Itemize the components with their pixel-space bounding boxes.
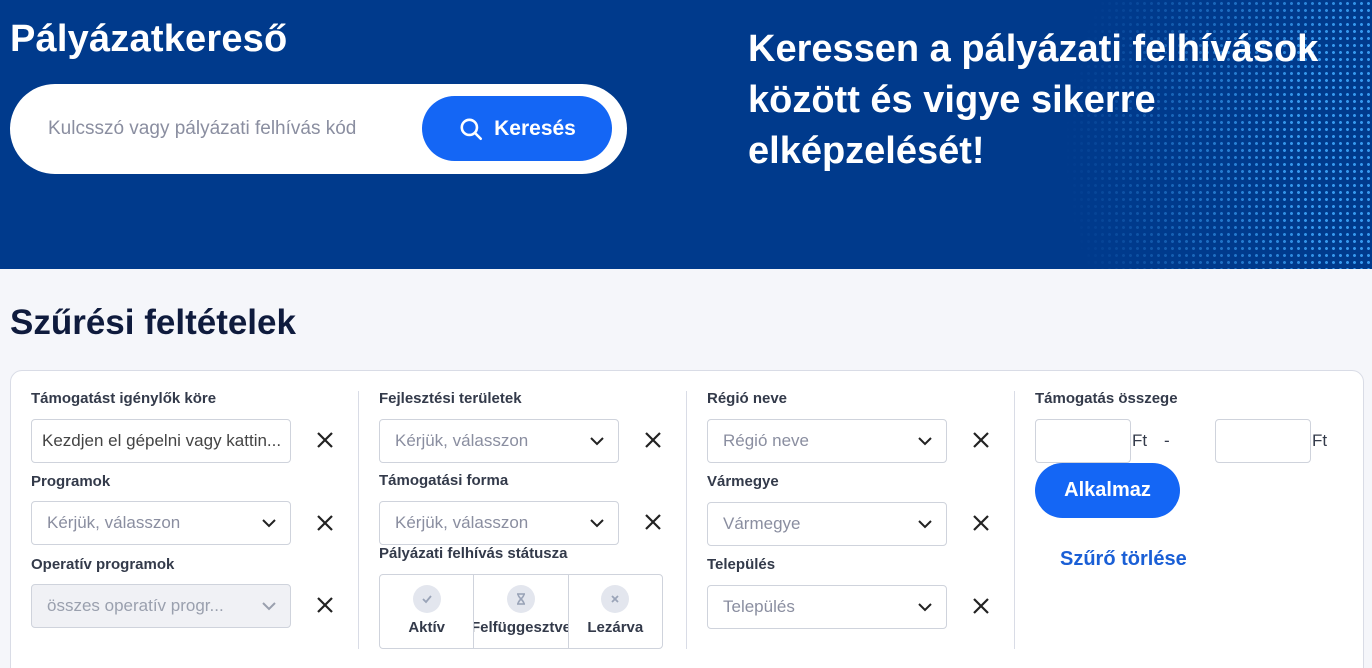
chevron-down-icon (262, 519, 276, 528)
search-input[interactable] (48, 112, 408, 146)
clear-settlement-button[interactable] (970, 595, 992, 617)
search-button[interactable]: Keresés (422, 96, 612, 161)
page-title: Pályázatkereső (10, 18, 288, 60)
column-divider (1014, 391, 1015, 649)
clear-operative-programs-button[interactable] (314, 594, 336, 616)
close-icon (317, 597, 333, 613)
development-areas-select[interactable]: Kérjük, válasszon (379, 419, 619, 463)
clear-development-areas-button[interactable] (642, 429, 664, 451)
call-status-label: Pályázati felhívás státusza (379, 545, 568, 562)
operative-programs-label: Operatív programok (31, 556, 175, 573)
chevron-down-icon (918, 603, 932, 612)
hourglass-icon (506, 585, 535, 613)
chevron-down-icon (918, 437, 932, 446)
slogan-line: Keressen a pályázati felhívások (748, 28, 1319, 70)
status-suspended-toggle[interactable]: Felfüggesztve (474, 575, 569, 648)
search-box: Keresés (10, 84, 627, 174)
clear-region-button[interactable] (970, 429, 992, 451)
region-placeholder: Régió neve (723, 431, 810, 450)
search-button-label: Keresés (494, 116, 576, 140)
support-form-label: Támogatási forma (379, 472, 509, 489)
search-icon (460, 117, 483, 140)
close-icon (973, 515, 989, 531)
check-icon (412, 585, 441, 613)
settlement-placeholder: Település (723, 597, 795, 616)
chevron-down-icon (590, 519, 604, 528)
status-suspended-label: Felfüggesztve (474, 619, 569, 636)
support-form-placeholder: Kérjük, válasszon (395, 513, 529, 532)
applicants-input[interactable]: Kezdjen el gépelni vagy kattin... (31, 419, 291, 463)
call-status-toggle-group: Aktív Felfüggesztve Lezárva (379, 574, 663, 649)
close-icon (645, 514, 661, 530)
chevron-down-icon (918, 520, 932, 529)
close-icon (317, 515, 333, 531)
slogan-line: között és vigye sikerre (748, 79, 1156, 121)
x-icon (601, 585, 630, 613)
close-icon (973, 432, 989, 448)
chevron-down-icon (590, 437, 604, 446)
development-areas-label: Fejlesztési területek (379, 390, 522, 407)
amount-max-currency: Ft (1312, 431, 1328, 450)
support-form-select[interactable]: Kérjük, válasszon (379, 501, 619, 545)
amount-label: Támogatás összege (1035, 390, 1178, 407)
clear-county-button[interactable] (970, 512, 992, 534)
hero-banner: Pályázatkereső Keresés Keressen a pályáz… (0, 0, 1372, 269)
hero-slogan: Keressen a pályázati felhívások között é… (748, 24, 1358, 177)
settlement-label: Település (707, 556, 776, 573)
chevron-down-icon (262, 602, 276, 611)
county-select[interactable]: Vármegye (707, 502, 947, 546)
apply-button[interactable]: Alkalmaz (1035, 463, 1180, 518)
clear-support-form-button[interactable] (642, 511, 664, 533)
operative-programs-placeholder: összes operatív progr... (47, 596, 224, 615)
amount-separator: - (1164, 431, 1170, 450)
column-divider (358, 391, 359, 649)
close-icon (973, 598, 989, 614)
region-label: Régió neve (707, 390, 788, 407)
clear-applicants-button[interactable] (314, 429, 336, 451)
programs-placeholder: Kérjük, válasszon (47, 513, 181, 532)
operative-programs-select[interactable]: összes operatív progr... (31, 584, 291, 628)
status-active-toggle[interactable]: Aktív (380, 575, 475, 648)
region-select[interactable]: Régió neve (707, 419, 947, 463)
close-icon (645, 432, 661, 448)
amount-min-currency: Ft (1132, 431, 1148, 450)
column-divider (686, 391, 687, 649)
status-closed-toggle[interactable]: Lezárva (569, 575, 662, 648)
clear-programs-button[interactable] (314, 512, 336, 534)
filters-title: Szűrési feltételek (10, 303, 296, 342)
applicants-label: Támogatást igénylők köre (31, 390, 217, 407)
slogan-line: elképzelését! (748, 130, 985, 172)
status-active-label: Aktív (408, 619, 445, 636)
status-closed-label: Lezárva (587, 619, 644, 636)
amount-min-input[interactable] (1035, 419, 1131, 463)
close-icon (317, 432, 333, 448)
amount-max-input[interactable] (1215, 419, 1311, 463)
county-placeholder: Vármegye (723, 514, 801, 533)
settlement-select[interactable]: Település (707, 585, 947, 629)
county-label: Vármegye (707, 473, 779, 490)
programs-select[interactable]: Kérjük, válasszon (31, 501, 291, 545)
development-areas-placeholder: Kérjük, válasszon (395, 431, 529, 450)
programs-label: Programok (31, 473, 111, 490)
clear-filters-link[interactable]: Szűrő törlése (1060, 548, 1187, 571)
